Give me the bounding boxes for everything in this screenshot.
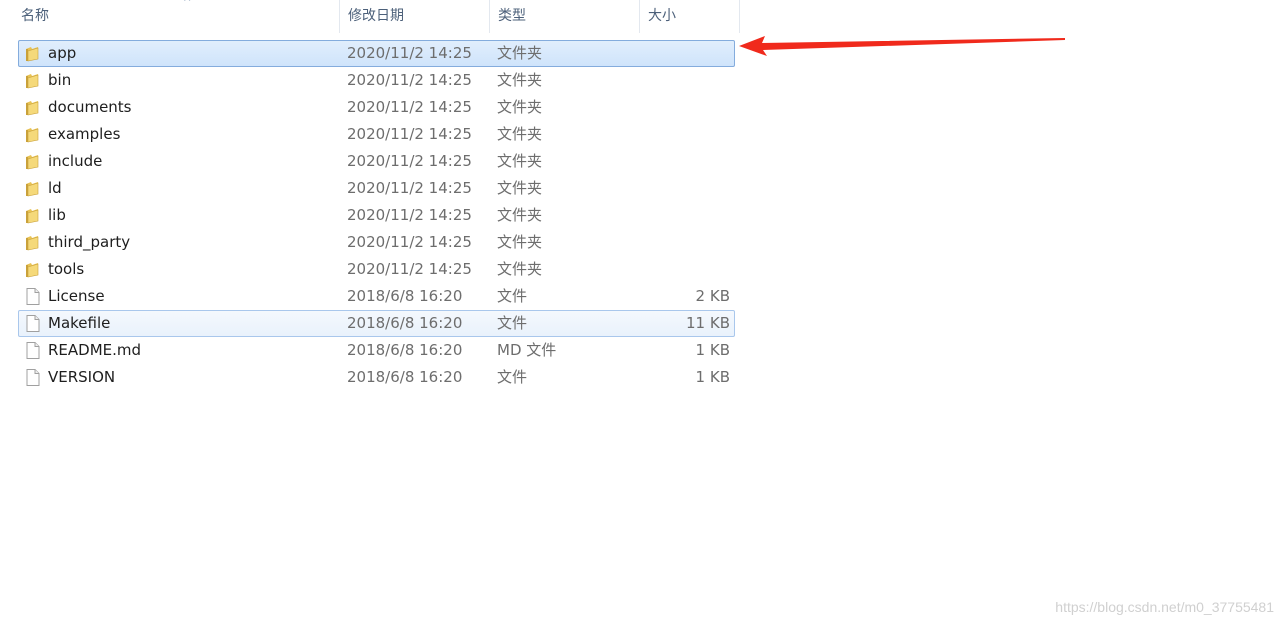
red-arrow-icon (739, 36, 1065, 56)
file-type: 文件夹 (497, 71, 543, 89)
folder-icon (25, 99, 41, 116)
file-list: app 2020/11/2 14:25 文件夹 bin 2020/11/2 14… (18, 40, 735, 391)
folder-icon (25, 72, 41, 89)
file-name: include (48, 152, 103, 170)
folder-icon (25, 207, 41, 224)
folder-icon (25, 45, 41, 62)
folder-icon (25, 234, 41, 251)
file-type: 文件夹 (497, 179, 543, 197)
file-row-makefile[interactable]: Makefile 2018/6/8 16:20 文件 11 KB (18, 310, 735, 337)
file-type: 文件 (497, 314, 528, 332)
file-row-examples[interactable]: examples 2020/11/2 14:25 文件夹 (18, 121, 735, 148)
file-icon (25, 315, 41, 332)
file-row-app[interactable]: app 2020/11/2 14:25 文件夹 (18, 40, 735, 67)
column-header-size-label: 大小 (648, 8, 676, 24)
file-size: 1 KB (695, 368, 730, 386)
file-modified-date: 2018/6/8 16:20 (347, 287, 463, 305)
folder-icon (25, 153, 41, 170)
file-row-version[interactable]: VERSION 2018/6/8 16:20 文件 1 KB (18, 364, 735, 391)
column-header-name-label: 名称 (21, 8, 49, 24)
file-explorer-window: 名称 ^ 修改日期 类型 大小 app 2020/11/2 14:25 文件夹 … (0, 0, 1282, 627)
file-modified-date: 2020/11/2 14:25 (347, 179, 472, 197)
column-header-date-label: 修改日期 (348, 8, 404, 24)
file-size: 2 KB (695, 287, 730, 305)
file-name: bin (48, 71, 72, 89)
folder-icon (25, 126, 41, 143)
file-modified-date: 2020/11/2 14:25 (347, 260, 472, 278)
file-name: documents (48, 98, 132, 116)
file-row-documents[interactable]: documents 2020/11/2 14:25 文件夹 (18, 94, 735, 121)
file-type: 文件夹 (497, 206, 543, 224)
file-name: examples (48, 125, 121, 143)
file-row-ld[interactable]: ld 2020/11/2 14:25 文件夹 (18, 175, 735, 202)
file-row-bin[interactable]: bin 2020/11/2 14:25 文件夹 (18, 67, 735, 94)
file-type: 文件 (497, 287, 528, 305)
file-row-license[interactable]: License 2018/6/8 16:20 文件 2 KB (18, 283, 735, 310)
file-type: 文件 (497, 368, 528, 386)
file-name: lib (48, 206, 66, 224)
folder-icon (25, 261, 41, 278)
file-icon (25, 288, 41, 305)
file-row-tools[interactable]: tools 2020/11/2 14:25 文件夹 (18, 256, 735, 283)
column-header-bar: 名称 ^ 修改日期 类型 大小 (0, 0, 740, 33)
file-row-readme-md[interactable]: README.md 2018/6/8 16:20 MD 文件 1 KB (18, 337, 735, 364)
file-modified-date: 2020/11/2 14:25 (347, 233, 472, 251)
file-modified-date: 2020/11/2 14:25 (347, 44, 472, 62)
column-header-type-label: 类型 (498, 8, 526, 24)
file-size: 1 KB (695, 341, 730, 359)
file-row-third-party[interactable]: third_party 2020/11/2 14:25 文件夹 (18, 229, 735, 256)
file-row-include[interactable]: include 2020/11/2 14:25 文件夹 (18, 148, 735, 175)
file-name: ld (48, 179, 62, 197)
file-modified-date: 2020/11/2 14:25 (347, 98, 472, 116)
file-icon (25, 369, 41, 386)
file-name: tools (48, 260, 85, 278)
file-modified-date: 2020/11/2 14:25 (347, 71, 472, 89)
file-modified-date: 2020/11/2 14:25 (347, 152, 472, 170)
folder-icon (25, 180, 41, 197)
column-header-name[interactable]: 名称 ^ (13, 0, 340, 33)
file-type: MD 文件 (497, 341, 557, 359)
file-modified-date: 2018/6/8 16:20 (347, 314, 463, 332)
file-row-lib[interactable]: lib 2020/11/2 14:25 文件夹 (18, 202, 735, 229)
file-type: 文件夹 (497, 233, 543, 251)
file-type: 文件夹 (497, 44, 543, 62)
file-type: 文件夹 (497, 260, 543, 278)
file-modified-date: 2020/11/2 14:25 (347, 125, 472, 143)
watermark: https://blog.csdn.net/m0_37755481 (1055, 599, 1274, 615)
file-type: 文件夹 (497, 125, 543, 143)
file-name: License (48, 287, 105, 305)
file-icon (25, 342, 41, 359)
file-size: 11 KB (686, 314, 730, 332)
sort-ascending-icon: ^ (183, 0, 192, 8)
file-name: VERSION (48, 368, 116, 386)
file-type: 文件夹 (497, 152, 543, 170)
file-modified-date: 2018/6/8 16:20 (347, 368, 463, 386)
column-header-date[interactable]: 修改日期 (340, 0, 490, 33)
file-type: 文件夹 (497, 98, 543, 116)
column-header-type[interactable]: 类型 (490, 0, 640, 33)
file-name: README.md (48, 341, 142, 359)
file-name: third_party (48, 233, 131, 251)
column-header-size[interactable]: 大小 (640, 0, 740, 33)
file-name: Makefile (48, 314, 111, 332)
file-modified-date: 2018/6/8 16:20 (347, 341, 463, 359)
file-name: app (48, 44, 77, 62)
file-modified-date: 2020/11/2 14:25 (347, 206, 472, 224)
